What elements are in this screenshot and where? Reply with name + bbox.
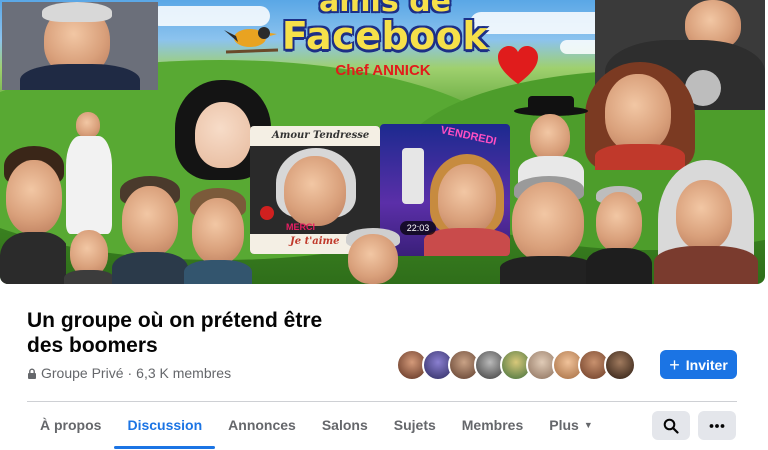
heart-icon — [498, 46, 538, 84]
tab-more[interactable]: Plus ▼ — [536, 402, 606, 448]
photo-redhead — [585, 58, 695, 170]
photo-old-singer — [586, 186, 652, 284]
more-options-button[interactable] — [698, 411, 736, 440]
cover-photo[interactable]: amis de Facebook Chef ANNICK Amour Tendr… — [0, 0, 765, 284]
invite-label: Inviter — [685, 356, 728, 373]
tab-discussion[interactable]: Discussion — [114, 402, 215, 449]
tab-rooms[interactable]: Salons — [309, 402, 381, 448]
tab-topics[interactable]: Sujets — [381, 402, 449, 448]
meta-separator: · — [127, 365, 133, 381]
more-horizontal-icon — [709, 423, 725, 428]
card-label-jetaime: Je t'aime — [290, 236, 340, 247]
photo-gray-man — [338, 228, 408, 284]
tab-members[interactable]: Membres — [449, 402, 536, 448]
photo-white-dress — [60, 108, 118, 234]
group-meta: Groupe Privé · 6,3 K membres — [27, 365, 231, 381]
search-button[interactable] — [652, 411, 690, 440]
cover-title: Facebook — [281, 14, 489, 58]
photo-long-hair-man — [648, 160, 764, 284]
tab-about[interactable]: À propos — [27, 402, 114, 448]
group-tabs: À propos Discussion Annonces Salons Suje… — [27, 402, 606, 450]
cover-subtitle: Chef ANNICK — [335, 62, 431, 79]
member-count[interactable]: 6,3 K membres — [136, 365, 231, 381]
plus-icon: + — [669, 354, 680, 375]
avatar[interactable] — [604, 349, 636, 381]
photo-man-bald — [500, 176, 596, 284]
member-avatars[interactable] — [396, 349, 636, 381]
card-label-amour: Amour Tendresse — [272, 130, 370, 141]
lock-icon — [28, 368, 36, 379]
caret-down-icon: ▼ — [583, 420, 593, 430]
tab-announcements[interactable]: Annonces — [215, 402, 309, 448]
group-privacy[interactable]: Groupe Privé — [41, 365, 123, 381]
photo-man-left — [0, 146, 66, 284]
photo-man-center-left — [112, 176, 188, 284]
photo-top-left — [2, 2, 158, 90]
card-label-vendredi: VENDREDI — [439, 124, 498, 148]
group-title[interactable]: Un groupe où on prétend être des boomers — [27, 308, 357, 358]
photo-young-man — [184, 188, 252, 284]
invite-button[interactable]: + Inviter — [660, 350, 737, 379]
card-label-merci: MERCI — [286, 222, 315, 232]
photo-old-man — [64, 226, 114, 284]
search-icon — [663, 418, 679, 434]
